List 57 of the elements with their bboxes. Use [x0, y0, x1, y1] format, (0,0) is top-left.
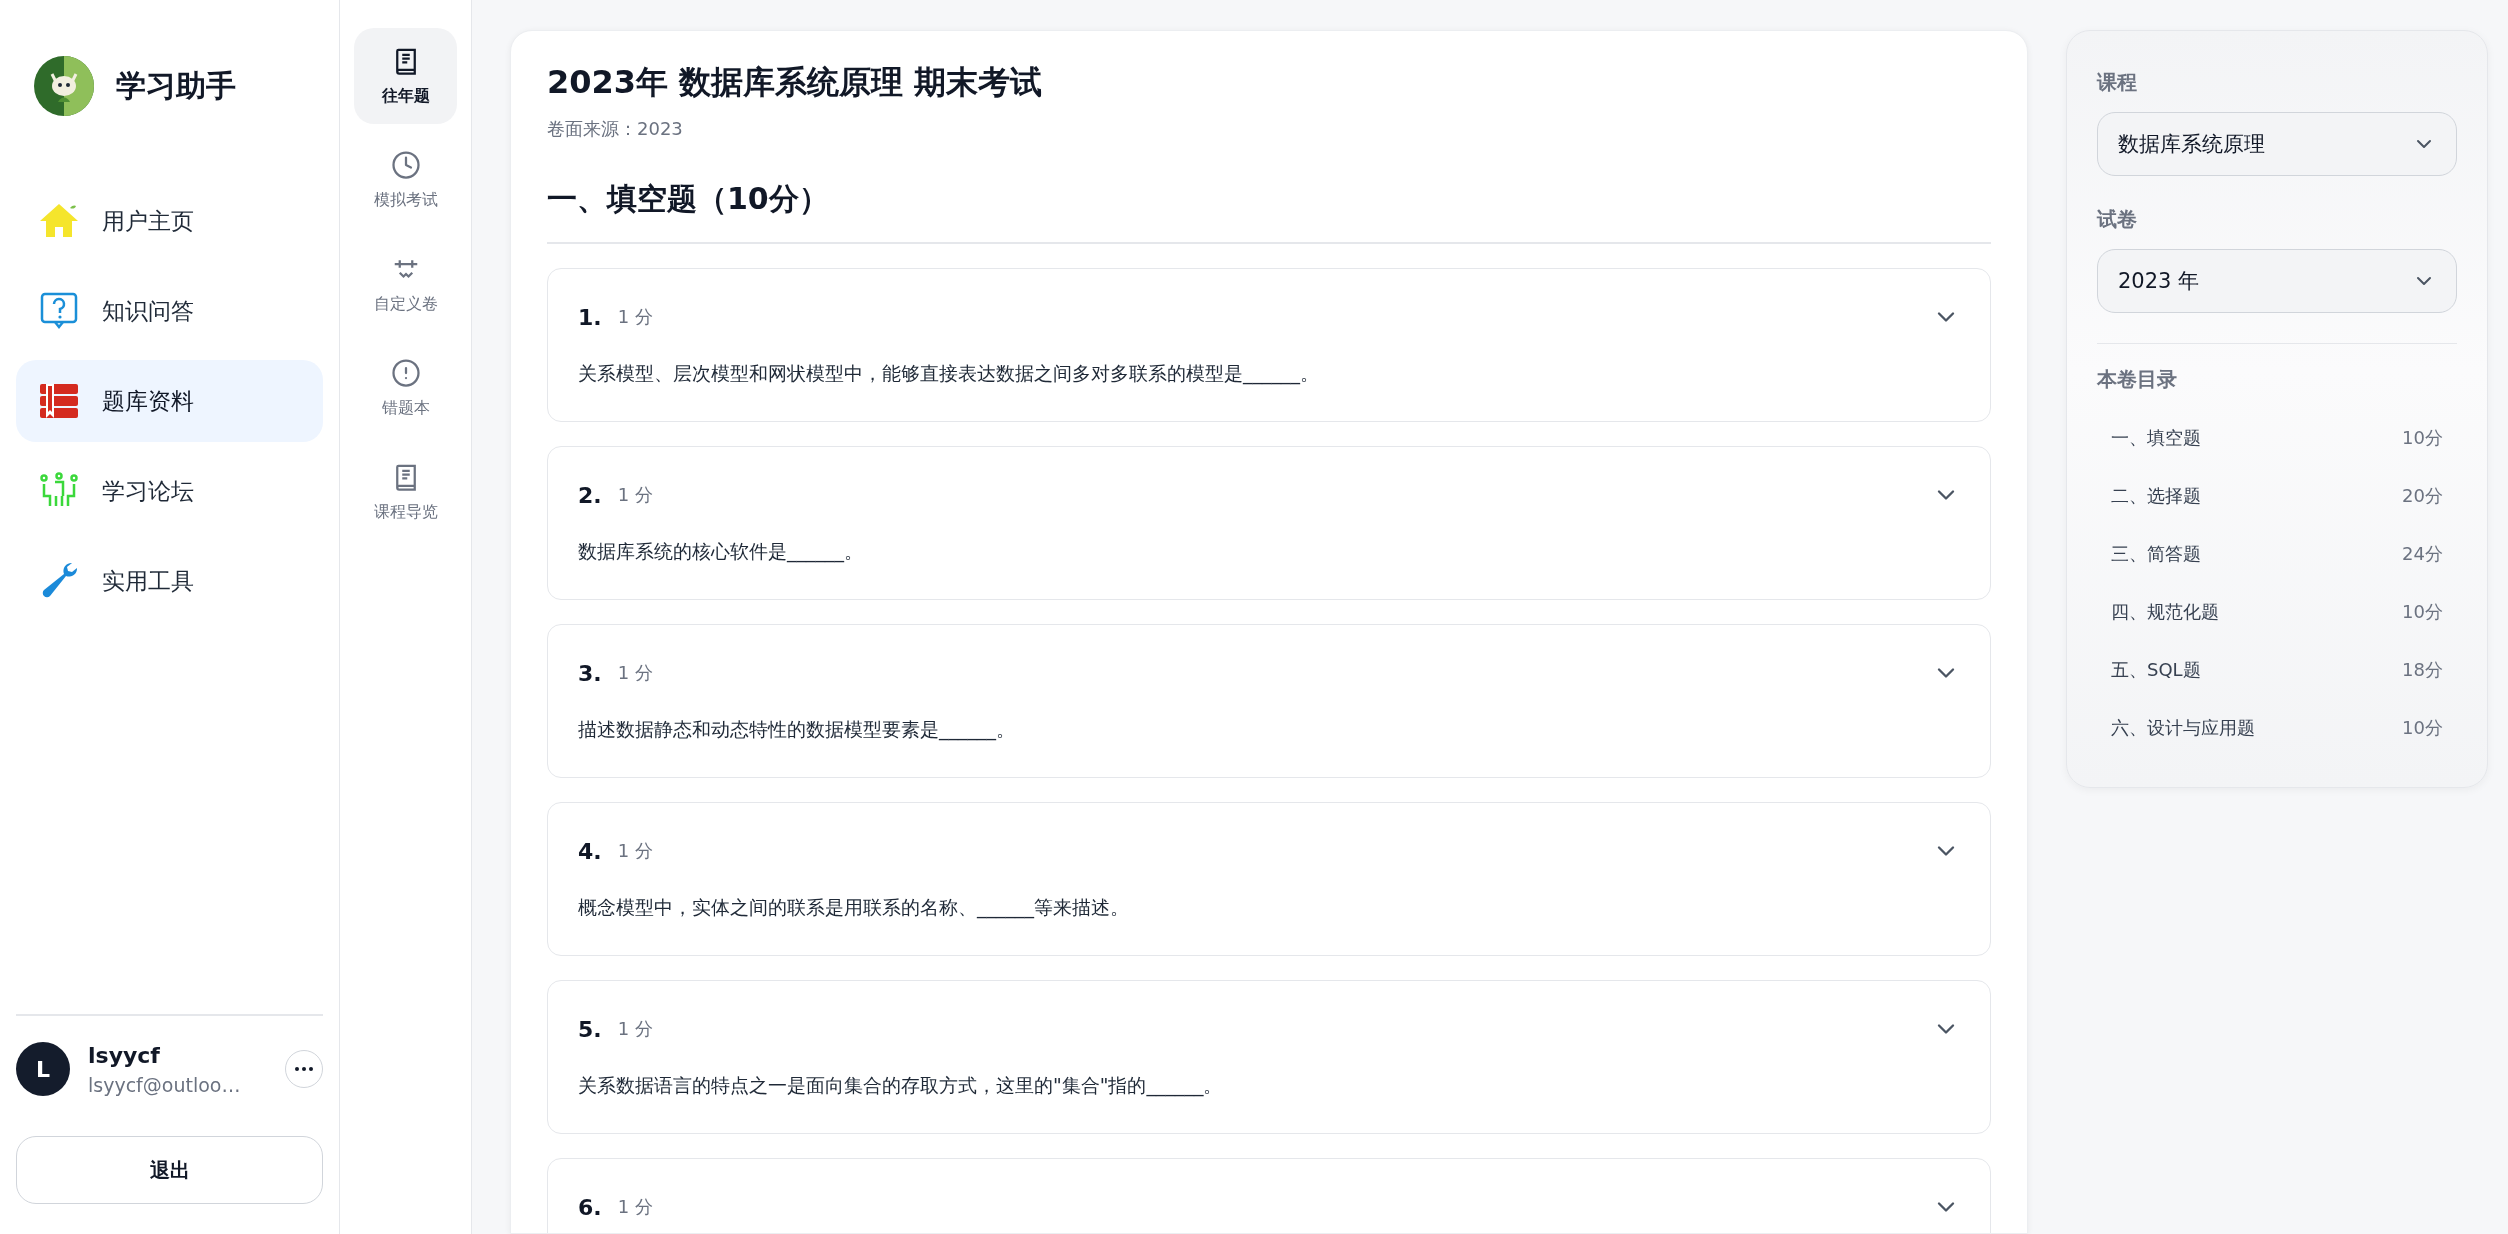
question-card[interactable]: 1. 1 分 关系模型、层次模型和网状模型中，能够直接表达数据之间多对多联系的模型是______。: [547, 268, 1991, 422]
section-heading: 一、填空题（10分）: [547, 179, 1991, 244]
toc-item[interactable]: 三、简答题 24分: [2097, 525, 2457, 583]
question-text: 关系模型、层次模型和网状模型中，能够直接表达数据之间多对多联系的模型是______。: [578, 361, 1320, 387]
app-title: 学习助手: [116, 66, 236, 105]
question-card[interactable]: 5. 1 分 关系数据语言的特点之一是面向集合的存取方式，这里的"集合"指的______。: [547, 980, 1991, 1134]
question-text: 描述数据静态和动态特性的数据模型要素是______。: [578, 717, 1016, 743]
nav-item[interactable]: 学习论坛: [16, 450, 323, 532]
exam-source: 卷面来源：2023: [547, 117, 684, 141]
user-avatar: L: [16, 1042, 70, 1096]
question-card[interactable]: 2. 1 分 数据库系统的核心软件是______。: [547, 446, 1991, 600]
question-card[interactable]: 6. 1 分: [547, 1158, 1991, 1233]
question-score: 1 分: [617, 1195, 653, 1219]
question-text: 概念模型中，实体之间的联系是用联系的名称、______等来描述。: [578, 895, 1130, 921]
question-number: 6.: [578, 1194, 602, 1220]
question-number: 2.: [578, 482, 602, 508]
toc-item[interactable]: 五、SQL题 18分: [2097, 641, 2457, 699]
logout-button[interactable]: 退出: [16, 1136, 323, 1204]
question-card[interactable]: 4. 1 分 概念模型中，实体之间的联系是用联系的名称、______等来描述。: [547, 802, 1991, 956]
rail-tab[interactable]: 错题本: [354, 340, 457, 436]
question-number: 5.: [578, 1016, 602, 1042]
toc-title: 本卷目录: [2097, 366, 2178, 393]
paper-select[interactable]: 2023 年: [2097, 249, 2457, 313]
user-name: lsyycf: [88, 1042, 161, 1068]
rail-tab[interactable]: 自定义卷: [354, 236, 457, 332]
course-select[interactable]: 数据库系统原理: [2097, 112, 2457, 176]
question-score: 1 分: [617, 1017, 653, 1041]
nav-item[interactable]: 实用工具: [16, 540, 323, 622]
toc-item[interactable]: 四、规范化题 10分: [2097, 583, 2457, 641]
question-score: 1 分: [617, 483, 653, 507]
question-number: 4.: [578, 838, 602, 864]
more-icon: [295, 1067, 313, 1071]
nav-item[interactable]: 知识问答: [16, 270, 323, 352]
question-score: 1 分: [617, 839, 653, 863]
toc-item[interactable]: 二、选择题 20分: [2097, 467, 2457, 525]
question-score: 1 分: [617, 305, 653, 329]
alert-icon: [390, 357, 421, 388]
rail-tab[interactable]: 往年题: [354, 28, 457, 124]
question-number: 3.: [578, 660, 602, 686]
nav-item[interactable]: 题库资料: [16, 360, 323, 442]
toc-item[interactable]: 一、填空题 10分: [2097, 409, 2457, 467]
nav-item[interactable]: 用户主页: [16, 180, 323, 262]
toc-item[interactable]: 六、设计与应用题 10分: [2097, 699, 2457, 757]
question-text: 关系数据语言的特点之一是面向集合的存取方式，这里的"集合"指的______。: [578, 1073, 1224, 1099]
question-score: 1 分: [617, 661, 653, 685]
exam-title: 2023年 数据库系统原理 期末考试: [547, 62, 1044, 103]
question-number: 1.: [578, 304, 602, 330]
question-text: 数据库系统的核心软件是______。: [578, 539, 864, 565]
clock-icon: [390, 149, 421, 180]
question-card[interactable]: 3. 1 分 描述数据静态和动态特性的数据模型要素是______。: [547, 624, 1991, 778]
rail-tab[interactable]: 课程导览: [354, 444, 457, 540]
more-button[interactable]: [285, 1050, 323, 1088]
rail-tab[interactable]: 模拟考试: [354, 132, 457, 228]
course-label: 课程: [2097, 69, 2138, 96]
paper-label: 试卷: [2097, 206, 2138, 233]
cat-logo-icon: [34, 56, 94, 116]
user-email: lsyycf@outloo…: [88, 1073, 242, 1096]
